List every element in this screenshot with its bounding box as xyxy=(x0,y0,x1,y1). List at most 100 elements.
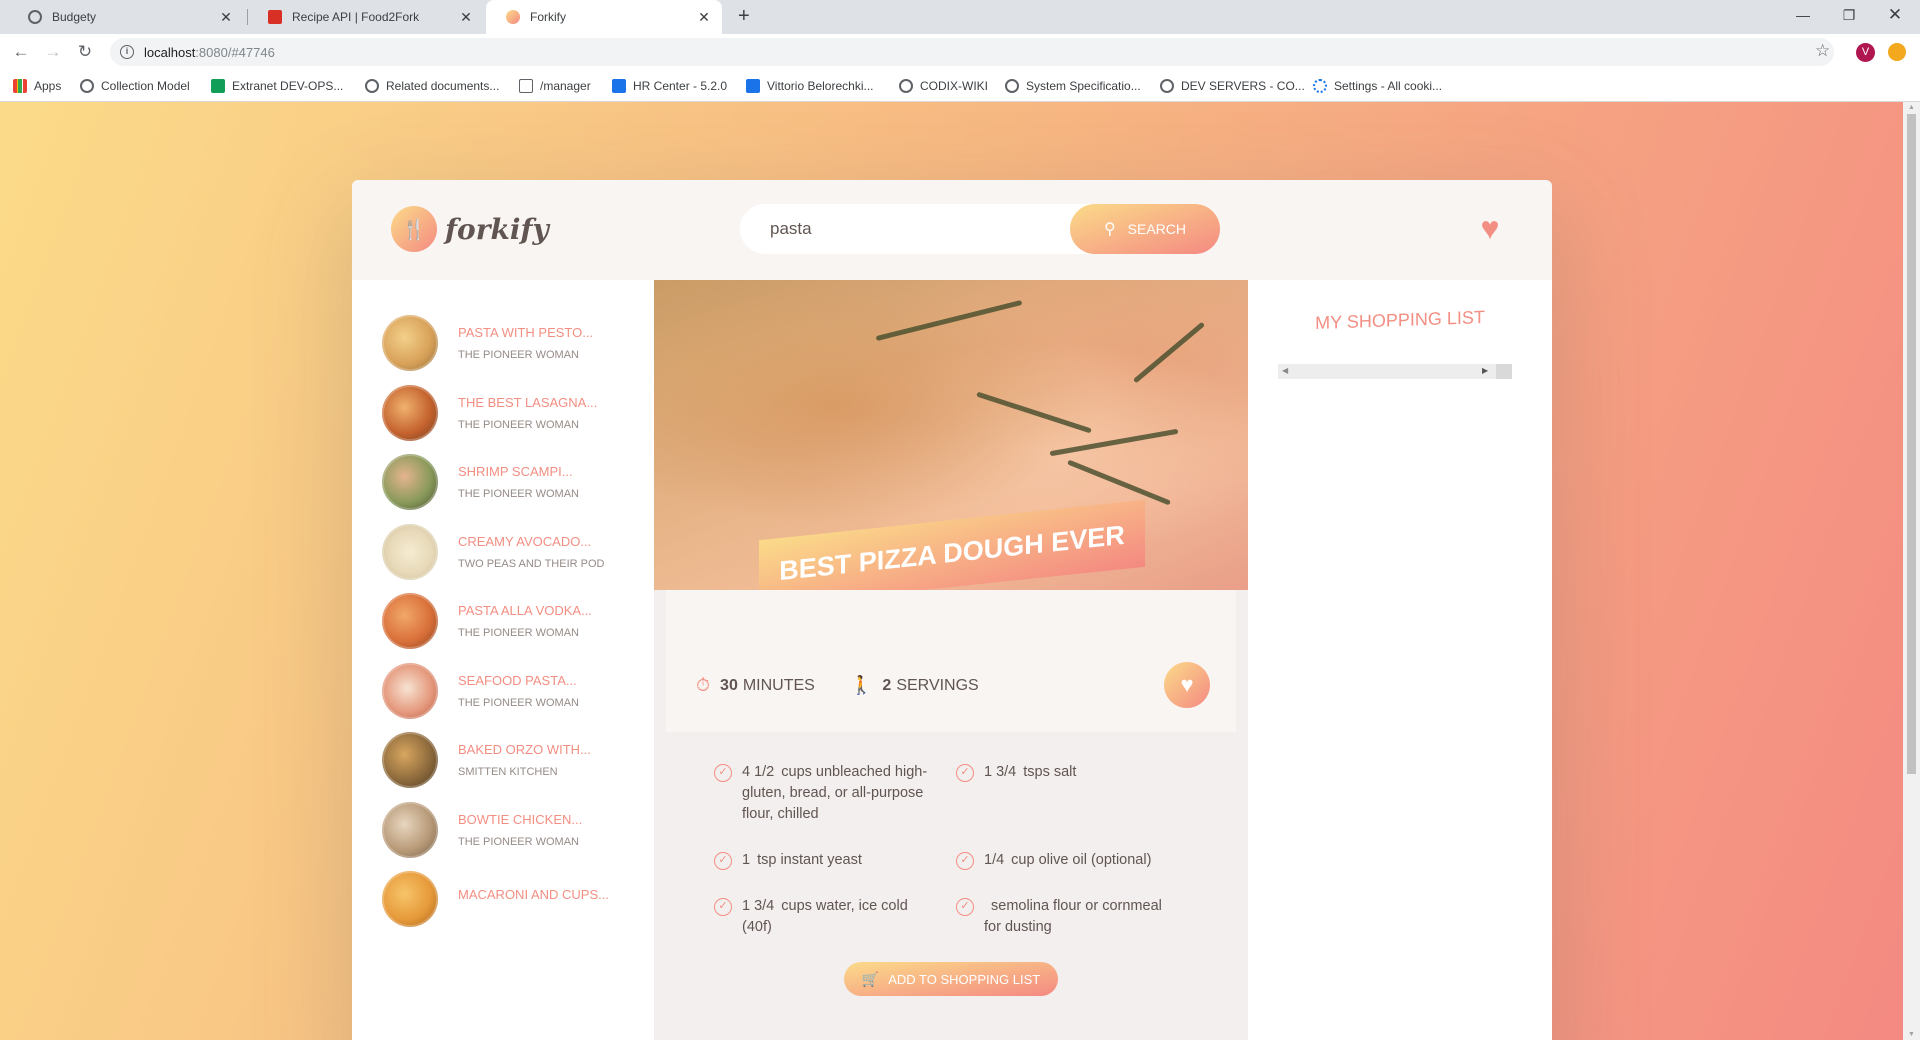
result-title: Baked Orzo with... xyxy=(458,742,591,757)
image-icon xyxy=(519,79,533,93)
horizontal-scrollbar[interactable]: ◀ ▶ xyxy=(1278,364,1512,379)
recipe-thumbnail xyxy=(382,802,438,858)
result-item[interactable]: Macaroni and Cups... xyxy=(382,871,609,927)
result-publisher: Two Peas and Their Pod xyxy=(458,558,605,570)
bookmark-star-icon[interactable]: ☆ xyxy=(1815,41,1830,61)
recipe-thumbnail xyxy=(382,524,438,580)
result-item[interactable]: Seafood Pasta... The Pioneer Woman xyxy=(382,663,579,719)
ingredient-count: 1/4 xyxy=(984,852,1005,868)
window-close-icon[interactable]: ✕ xyxy=(1872,0,1918,30)
browser-toolbar: ← → ↻ i localhost:8080/#47746 ☆ V xyxy=(0,34,1920,70)
close-icon[interactable]: ✕ xyxy=(218,9,234,26)
result-item[interactable]: Pasta alla Vodka... The Pioneer Woman xyxy=(382,593,592,649)
result-item[interactable]: Creamy Avocado... Two Peas and Their Pod xyxy=(382,524,605,580)
result-title: The Best Lasagna... xyxy=(458,395,598,410)
search-input[interactable] xyxy=(770,219,1070,239)
recipe-panel: Best Pizza Dough Ever ⏱ 30 minutes 🚶 2 s… xyxy=(654,280,1248,1040)
likes-heart-icon[interactable]: ♥ xyxy=(1472,210,1508,246)
ingredient-count: 1 3/4 xyxy=(742,898,775,914)
tab-food2fork[interactable]: Recipe API | Food2Fork ✕ xyxy=(248,0,484,34)
tab-title: Budgety xyxy=(52,10,97,24)
apps-grid-icon xyxy=(13,79,27,93)
forward-icon[interactable]: → xyxy=(41,40,65,64)
duration-value: 30 xyxy=(720,676,738,694)
tab-forkify[interactable]: Forkify ✕ xyxy=(486,0,722,34)
globe-icon xyxy=(1160,79,1174,93)
close-icon[interactable]: ✕ xyxy=(458,9,474,26)
scroll-up-icon[interactable]: ▲ xyxy=(1907,104,1916,111)
bookmark-item[interactable]: HR Center - 5.2.0 xyxy=(612,77,727,95)
ingredient-text: cup olive oil (optional) xyxy=(1011,852,1152,868)
page-scrollbar[interactable]: ▲ ▼ xyxy=(1903,102,1920,1040)
url-host: localhost xyxy=(144,44,196,60)
new-tab-icon[interactable]: + xyxy=(738,5,750,28)
bookmark-item[interactable]: Vittorio Belorechki... xyxy=(746,77,874,95)
forkify-app: 🍴 forkify ⚲ Search ♥ Pasta with Pesto...… xyxy=(352,180,1552,1040)
ingredient-text: tsp instant yeast xyxy=(757,852,862,868)
url-path: :8080/#47746 xyxy=(195,44,275,60)
restore-icon[interactable]: ❐ xyxy=(1826,0,1872,30)
result-item[interactable]: Pasta with Pesto... The Pioneer Woman xyxy=(382,315,593,371)
result-title: Bowtie Chicken... xyxy=(458,812,583,827)
gear-icon xyxy=(1313,79,1327,93)
bookmark-item[interactable]: Related documents... xyxy=(365,77,499,95)
result-item[interactable]: Bowtie Chicken... The Pioneer Woman xyxy=(382,802,582,858)
ingredient-item: ✓ 1/4 cup olive oil (optional) xyxy=(956,850,1196,871)
food2fork-icon xyxy=(268,10,282,24)
result-item[interactable]: Shrimp Scampi... The Pioneer Woman xyxy=(382,454,579,510)
bookmark-label: Vittorio Belorechki... xyxy=(767,79,874,93)
scroll-down-icon[interactable]: ▼ xyxy=(1907,1031,1916,1038)
bookmark-apps[interactable]: Apps xyxy=(13,77,61,95)
page-viewport: 🍴 forkify ⚲ Search ♥ Pasta with Pesto...… xyxy=(0,102,1920,1040)
bookmark-item[interactable]: System Specificatio... xyxy=(1005,77,1141,95)
tab-budgety[interactable]: Budgety ✕ xyxy=(8,0,244,34)
bookmark-label: System Specificatio... xyxy=(1026,79,1141,93)
fork-knife-icon: 🍴 xyxy=(391,206,437,252)
logo[interactable]: 🍴 forkify xyxy=(391,206,549,252)
add-to-shopping-list-button[interactable]: 🛒 Add to shopping list xyxy=(844,962,1058,996)
search-button[interactable]: ⚲ Search xyxy=(1070,204,1220,254)
bookmark-item[interactable]: Extranet DEV-OPS... xyxy=(211,77,343,95)
search-form: ⚲ Search xyxy=(740,204,1220,254)
result-item[interactable]: The Best Lasagna... The Pioneer Woman xyxy=(382,385,597,441)
check-icon: ✓ xyxy=(714,898,732,916)
info-icon[interactable]: i xyxy=(120,45,134,59)
result-item[interactable]: Baked Orzo with... Smitten Kitchen xyxy=(382,732,591,788)
shopping-list-title: My Shopping List xyxy=(1315,307,1485,333)
tab-title: Forkify xyxy=(530,10,566,24)
bookmark-label: Related documents... xyxy=(386,79,500,93)
scroll-right-icon[interactable]: ▶ xyxy=(1482,366,1488,375)
reload-icon[interactable]: ↻ xyxy=(73,40,97,64)
ingredient-count: 4 1/2 xyxy=(742,764,775,780)
check-icon: ✓ xyxy=(714,764,732,782)
extension-icon[interactable] xyxy=(1888,43,1906,61)
globe-icon xyxy=(365,79,379,93)
recipe-figure: Best Pizza Dough Ever xyxy=(654,280,1248,590)
scrollbar-corner xyxy=(1496,364,1512,379)
address-bar[interactable]: i localhost:8080/#47746 xyxy=(110,38,1834,66)
recipe-thumbnail xyxy=(382,732,438,788)
profile-avatar[interactable]: V xyxy=(1856,43,1875,62)
bookmark-label: Collection Model xyxy=(101,79,190,93)
minimize-icon[interactable]: — xyxy=(1780,0,1826,30)
bookmark-label: HR Center - 5.2.0 xyxy=(633,79,728,93)
stopwatch-icon: ⏱ xyxy=(696,675,711,695)
scroll-left-icon[interactable]: ◀ xyxy=(1282,366,1288,375)
bookmark-item[interactable]: Settings - All cooki... xyxy=(1313,77,1442,95)
scrollbar-thumb[interactable] xyxy=(1907,114,1916,774)
close-icon[interactable]: ✕ xyxy=(696,9,712,26)
check-icon: ✓ xyxy=(956,764,974,782)
result-title: Seafood Pasta... xyxy=(458,673,577,688)
bookmark-item[interactable]: CODIX-WIKI xyxy=(899,77,988,95)
bookmarks-bar: Apps Collection Model Extranet DEV-OPS..… xyxy=(0,70,1920,102)
logo-text: forkify xyxy=(445,212,549,246)
bookmark-item[interactable]: DEV SERVERS - CO... xyxy=(1160,77,1305,95)
servings-unit: servings xyxy=(896,676,979,694)
bookmark-item[interactable]: /manager xyxy=(519,77,591,95)
back-icon[interactable]: ← xyxy=(9,40,33,64)
add-button-label: Add to shopping list xyxy=(888,971,1041,987)
recipe-thumbnail xyxy=(382,315,438,371)
like-heart-button[interactable]: ♥ xyxy=(1164,662,1210,708)
result-title: Pasta alla Vodka... xyxy=(458,603,592,618)
bookmark-item[interactable]: Collection Model xyxy=(80,77,190,95)
